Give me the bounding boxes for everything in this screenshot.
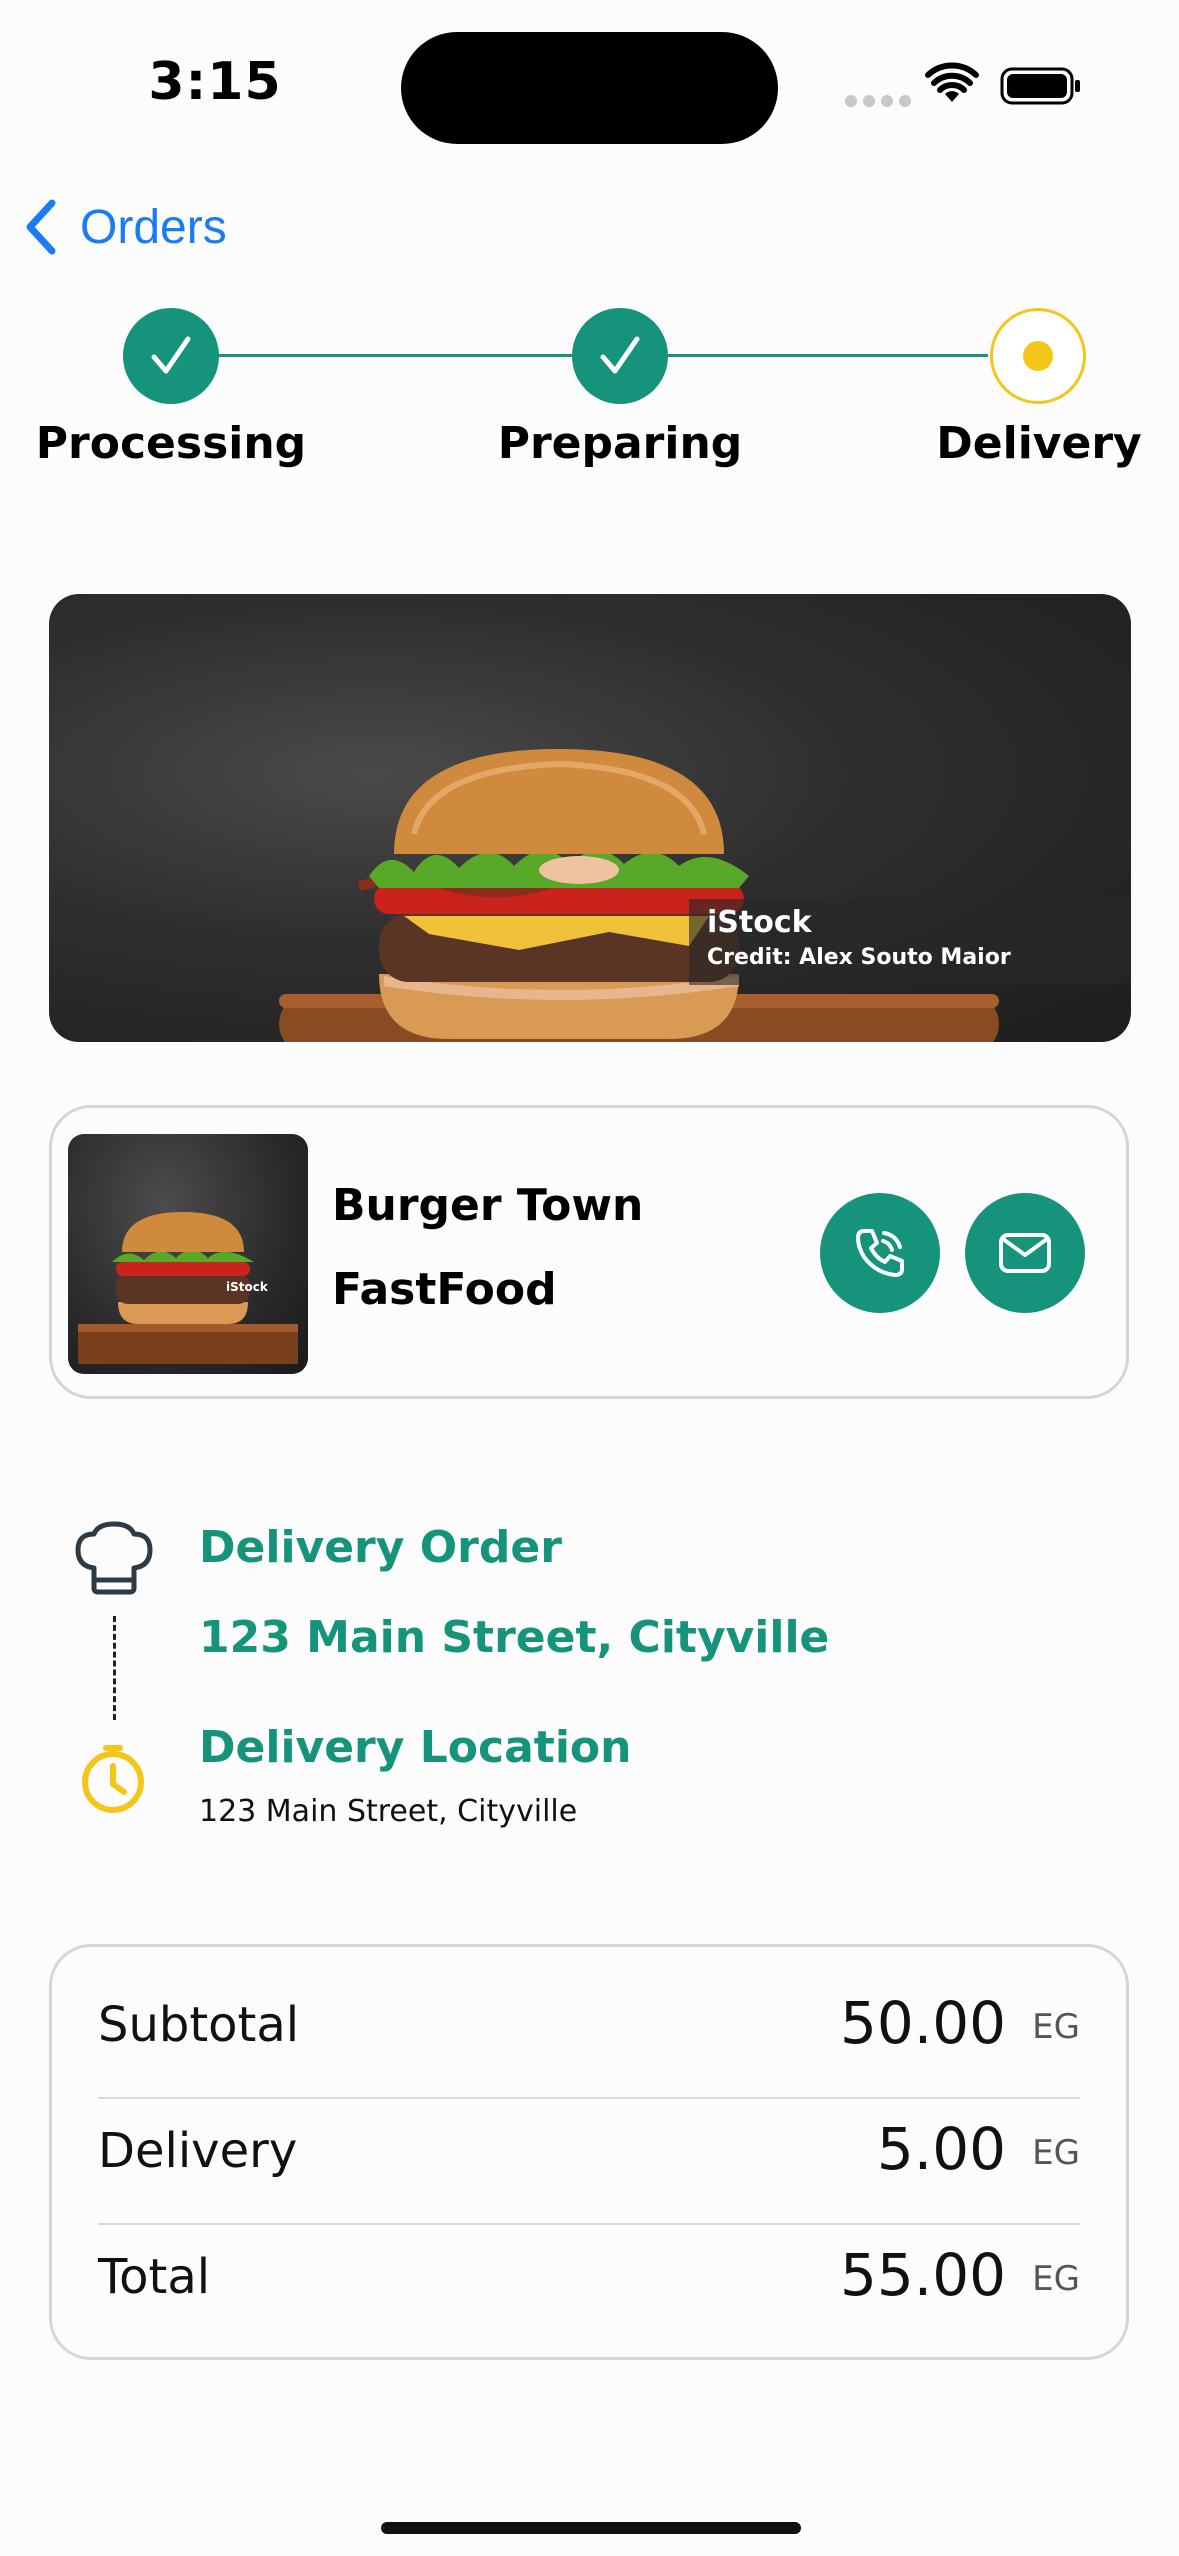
timer-icon	[82, 1745, 144, 1813]
step-delivery-indicator	[990, 308, 1086, 404]
chef-hat-icon	[75, 1521, 153, 1595]
delivery-order-address: 123 Main Street, Cityville	[199, 1612, 830, 1663]
step-preparing-indicator	[572, 308, 668, 404]
summary-divider	[98, 2097, 1080, 2099]
checkmark-icon	[600, 336, 640, 374]
restaurant-category: FastFood	[332, 1264, 557, 1315]
watermark-brand: iStock	[707, 905, 812, 940]
route-connector	[113, 1616, 116, 1720]
step-connector-2	[668, 354, 988, 357]
step-connector-1	[218, 354, 572, 357]
envelope-icon	[999, 1233, 1051, 1273]
subtotal-value: 50.00	[839, 1989, 1006, 2057]
watermark-credit: Credit: Alex Souto Maior	[707, 945, 1011, 970]
delivery-fee-value: 5.00	[876, 2115, 1006, 2183]
restaurant-name: Burger Town	[332, 1180, 644, 1231]
subtotal-currency: EG	[1032, 2007, 1080, 2047]
delivery-fee-label: Delivery	[98, 2123, 298, 2179]
cellular-signal-icon	[845, 95, 911, 107]
current-step-dot	[1023, 341, 1053, 371]
summary-divider	[98, 2223, 1080, 2225]
step-processing-indicator	[123, 308, 219, 404]
restaurant-card: iStock Burger Town FastFood	[49, 1105, 1129, 1399]
status-time: 3:15	[148, 52, 282, 112]
total-currency: EG	[1032, 2259, 1080, 2299]
checkmark-icon	[151, 336, 191, 374]
back-button[interactable]: Orders	[22, 195, 227, 259]
step-label-processing: Processing	[35, 418, 307, 469]
subtotal-label: Subtotal	[98, 1997, 300, 2053]
step-label-preparing: Preparing	[497, 418, 743, 469]
delivery-location-title: Delivery Location	[199, 1722, 632, 1773]
hero-watermark: iStock Credit: Alex Souto Maior	[689, 899, 1131, 985]
delivery-fee-currency: EG	[1032, 2133, 1080, 2173]
back-label: Orders	[80, 200, 227, 254]
restaurant-thumbnail: iStock	[68, 1134, 308, 1374]
total-value: 55.00	[839, 2241, 1006, 2309]
restaurant-hero-image: iStock Credit: Alex Souto Maior	[49, 594, 1131, 1042]
battery-icon	[1000, 67, 1080, 105]
chevron-left-icon	[26, 199, 56, 255]
phone-icon	[856, 1229, 904, 1277]
thumbnail-watermark: iStock	[226, 1280, 268, 1294]
total-label: Total	[98, 2249, 211, 2305]
wifi-icon	[925, 62, 979, 102]
call-button[interactable]	[820, 1193, 940, 1313]
order-summary-card: Subtotal 50.00 EG Delivery 5.00 EG Total…	[49, 1944, 1129, 2360]
delivery-location-address: 123 Main Street, Cityville	[199, 1794, 578, 1829]
burger-thumbnail-illustration	[78, 1212, 298, 1364]
home-indicator[interactable]	[381, 2522, 801, 2534]
message-button[interactable]	[965, 1193, 1085, 1313]
dynamic-island	[401, 32, 778, 144]
delivery-order-title: Delivery Order	[199, 1522, 562, 1573]
step-label-delivery: Delivery	[936, 418, 1142, 469]
